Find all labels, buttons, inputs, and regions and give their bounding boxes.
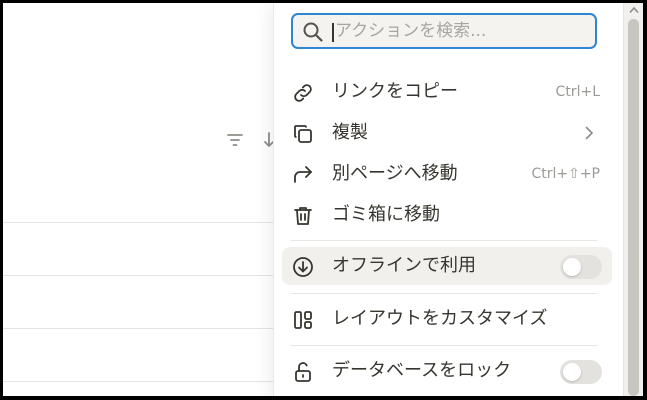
table-row-divider [3, 275, 293, 276]
search-box[interactable] [291, 13, 597, 49]
menu-item-label: データベースをロック [332, 360, 512, 381]
text-caret [332, 23, 334, 42]
menu-item-move-to[interactable]: 別ページへ移動 Ctrl+⇧+P [282, 155, 612, 193]
menu-separator [291, 240, 597, 241]
lock-toggle[interactable] [560, 360, 602, 384]
menu-item-label: ゴミ箱に移動 [332, 204, 440, 225]
link-icon [291, 81, 315, 105]
move-to-icon [291, 163, 315, 187]
lock-icon [291, 360, 315, 384]
shortcut-hint: Ctrl+⇧+P [531, 166, 600, 182]
menu-item-move-to-trash[interactable]: ゴミ箱に移動 [282, 196, 612, 234]
menu-item-label: オフラインで利用 [332, 255, 476, 276]
chevron-right-icon [585, 126, 593, 140]
table-row-divider [3, 222, 293, 223]
menu-item-label: 複製 [332, 122, 368, 143]
filter-icon[interactable] [225, 130, 245, 153]
scrollbar-thumb[interactable] [628, 19, 639, 396]
toggle-knob [563, 363, 581, 381]
menu-item-duplicate[interactable]: 複製 [282, 114, 612, 152]
offline-toggle[interactable] [560, 255, 602, 279]
scroll-up-icon[interactable] [629, 6, 639, 14]
scrollbar[interactable] [623, 3, 643, 396]
menu-item-label: レイアウトをカスタマイズ [332, 308, 548, 329]
menu-item-lock-database[interactable]: データベースをロック [282, 352, 612, 390]
toggle-knob [563, 258, 581, 276]
trash-icon [291, 204, 315, 228]
menu-item-customize-layout[interactable]: レイアウトをカスタマイズ [282, 300, 612, 338]
menu-item-label: リンクをコピー [332, 81, 458, 102]
menu-separator [291, 345, 597, 346]
search-input[interactable] [335, 15, 585, 47]
window: リンクをコピー Ctrl+L 複製 別 [3, 3, 643, 396]
menu-item-copy-link[interactable]: リンクをコピー Ctrl+L [282, 73, 612, 111]
table-row-divider [3, 381, 293, 382]
download-circle-icon [291, 255, 315, 279]
menu-separator [291, 293, 597, 294]
shortcut-hint: Ctrl+L [555, 84, 600, 100]
menu-item-label: 別ページへ移動 [332, 163, 458, 184]
actions-menu: リンクをコピー Ctrl+L 複製 別 [273, 3, 643, 396]
duplicate-icon [291, 122, 315, 146]
table-row-divider [3, 328, 293, 329]
search-icon [303, 22, 323, 42]
layout-icon [291, 308, 315, 332]
menu-item-available-offline[interactable]: オフラインで利用 [282, 247, 612, 285]
